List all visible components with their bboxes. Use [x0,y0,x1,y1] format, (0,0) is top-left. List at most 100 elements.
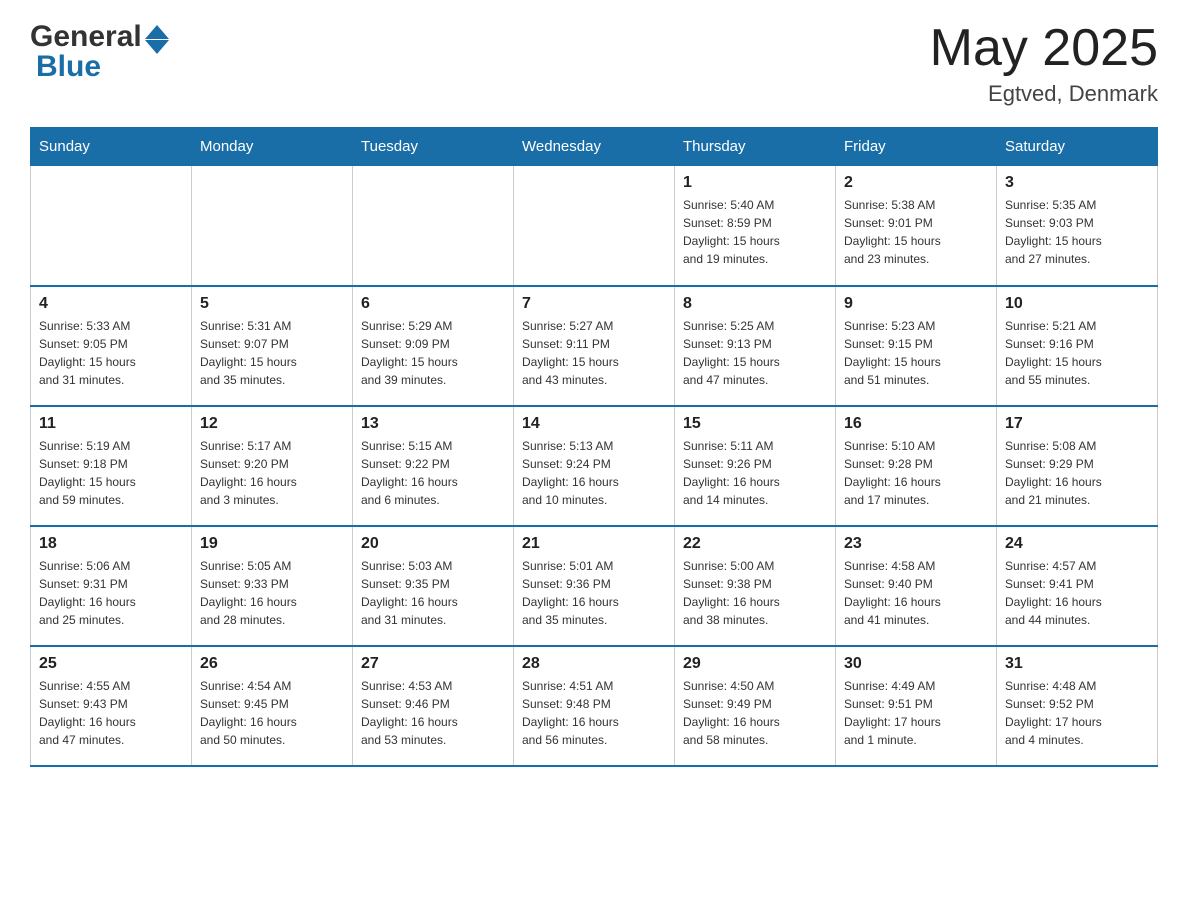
week-row-4: 18Sunrise: 5:06 AM Sunset: 9:31 PM Dayli… [31,526,1158,646]
calendar-cell: 20Sunrise: 5:03 AM Sunset: 9:35 PM Dayli… [353,526,514,646]
day-number: 24 [1005,535,1149,553]
calendar-cell: 3Sunrise: 5:35 AM Sunset: 9:03 PM Daylig… [997,166,1158,286]
calendar-cell: 21 Sunrise: 5:01 AM Sunset: 9:36 PM Dayli… [514,526,675,646]
calendar-cell: 13 Sunrise: 5:15 AM Sunset: 9:22 PM Dayli… [353,406,514,526]
day-number: 10 [1005,295,1149,313]
weekday-header-tuesday: Tuesday [353,128,514,166]
day-info: Sunrise: 4:58 AM Sunset: 9:40 PM Dayligh… [844,557,988,629]
day-info: Sunrise: 4:48 AM Sunset: 9:52 PM Dayligh… [1005,677,1149,749]
day-number: 16 [844,415,988,433]
day-info: Sunrise: 5:11 AM Sunset: 9:26 PM Dayligh… [683,437,827,509]
day-number: 8 [683,295,827,313]
calendar-cell: 22 Sunrise: 5:00 AM Sunset: 9:38 PM Dayli… [675,526,836,646]
calendar-cell: 12 Sunrise: 5:17 AM Sunset: 9:20 PM Dayli… [192,406,353,526]
calendar-cell: 30 Sunrise: 4:49 AM Sunset: 9:51 PM Dayli… [836,646,997,766]
calendar-cell: 5 Sunrise: 5:31 AM Sunset: 9:07 PM Daylig… [192,286,353,406]
logo: General Blue [30,20,169,84]
day-number: 23 [844,535,988,553]
weekday-header-wednesday: Wednesday [514,128,675,166]
day-number: 9 [844,295,988,313]
day-number: 15 [683,415,827,433]
day-info: Sunrise: 5:13 AM Sunset: 9:24 PM Dayligh… [522,437,666,509]
day-info: Sunrise: 5:38 AM Sunset: 9:01 PM Dayligh… [844,196,988,268]
calendar-cell [353,166,514,286]
day-number: 5 [200,295,344,313]
week-row-3: 11 Sunrise: 5:19 AM Sunset: 9:18 PM Dayli… [31,406,1158,526]
day-info: Sunrise: 5:15 AM Sunset: 9:22 PM Dayligh… [361,437,505,509]
weekday-header-thursday: Thursday [675,128,836,166]
calendar-cell: 28Sunrise: 4:51 AM Sunset: 9:48 PM Dayli… [514,646,675,766]
day-number: 19 [200,535,344,553]
day-number: 26 [200,655,344,673]
logo-blue-text: Blue [36,50,101,84]
day-info: Sunrise: 4:54 AM Sunset: 9:45 PM Dayligh… [200,677,344,749]
calendar-cell: 27Sunrise: 4:53 AM Sunset: 9:46 PM Dayli… [353,646,514,766]
title-section: May 2025 Egtved, Denmark [930,20,1158,107]
day-number: 17 [1005,415,1149,433]
weekday-header-saturday: Saturday [997,128,1158,166]
calendar-cell: 10 Sunrise: 5:21 AM Sunset: 9:16 PM Dayli… [997,286,1158,406]
day-info: Sunrise: 5:19 AM Sunset: 9:18 PM Dayligh… [39,437,183,509]
header: General Blue May 2025 Egtved, Denmark [30,20,1158,107]
day-number: 22 [683,535,827,553]
calendar-cell: 18Sunrise: 5:06 AM Sunset: 9:31 PM Dayli… [31,526,192,646]
weekday-header-friday: Friday [836,128,997,166]
day-number: 3 [1005,174,1149,192]
calendar-cell [514,166,675,286]
day-info: Sunrise: 5:05 AM Sunset: 9:33 PM Dayligh… [200,557,344,629]
day-info: Sunrise: 4:50 AM Sunset: 9:49 PM Dayligh… [683,677,827,749]
location-title: Egtved, Denmark [930,81,1158,107]
day-info: Sunrise: 5:25 AM Sunset: 9:13 PM Dayligh… [683,317,827,389]
day-info: Sunrise: 5:21 AM Sunset: 9:16 PM Dayligh… [1005,317,1149,389]
logo-triangle-top [145,25,169,39]
week-row-5: 25 Sunrise: 4:55 AM Sunset: 9:43 PM Dayli… [31,646,1158,766]
day-info: Sunrise: 5:40 AM Sunset: 8:59 PM Dayligh… [683,196,827,268]
day-number: 11 [39,415,183,433]
calendar-cell: 8 Sunrise: 5:25 AM Sunset: 9:13 PM Daylig… [675,286,836,406]
calendar-cell: 7 Sunrise: 5:27 AM Sunset: 9:11 PM Daylig… [514,286,675,406]
day-number: 2 [844,174,988,192]
logo-general-text: General [30,20,142,54]
day-number: 30 [844,655,988,673]
day-info: Sunrise: 5:31 AM Sunset: 9:07 PM Dayligh… [200,317,344,389]
day-info: Sunrise: 5:01 AM Sunset: 9:36 PM Dayligh… [522,557,666,629]
calendar-cell: 6 Sunrise: 5:29 AM Sunset: 9:09 PM Daylig… [353,286,514,406]
day-number: 21 [522,535,666,553]
day-info: Sunrise: 5:17 AM Sunset: 9:20 PM Dayligh… [200,437,344,509]
day-info: Sunrise: 4:55 AM Sunset: 9:43 PM Dayligh… [39,677,183,749]
day-info: Sunrise: 5:08 AM Sunset: 9:29 PM Dayligh… [1005,437,1149,509]
day-info: Sunrise: 5:27 AM Sunset: 9:11 PM Dayligh… [522,317,666,389]
day-info: Sunrise: 5:33 AM Sunset: 9:05 PM Dayligh… [39,317,183,389]
day-number: 13 [361,415,505,433]
day-info: Sunrise: 5:29 AM Sunset: 9:09 PM Dayligh… [361,317,505,389]
calendar-cell: 2 Sunrise: 5:38 AM Sunset: 9:01 PM Daylig… [836,166,997,286]
day-number: 31 [1005,655,1149,673]
day-number: 1 [683,174,827,192]
week-row-1: 1 Sunrise: 5:40 AM Sunset: 8:59 PM Daylig… [31,166,1158,286]
weekday-header-sunday: Sunday [31,128,192,166]
calendar-cell: 31 Sunrise: 4:48 AM Sunset: 9:52 PM Dayli… [997,646,1158,766]
day-number: 6 [361,295,505,313]
calendar-cell: 16 Sunrise: 5:10 AM Sunset: 9:28 PM Dayli… [836,406,997,526]
calendar-cell: 15 Sunrise: 5:11 AM Sunset: 9:26 PM Dayli… [675,406,836,526]
month-title: May 2025 [930,20,1158,77]
day-number: 14 [522,415,666,433]
day-info: Sunrise: 4:57 AM Sunset: 9:41 PM Dayligh… [1005,557,1149,629]
day-info: Sunrise: 5:03 AM Sunset: 9:35 PM Dayligh… [361,557,505,629]
day-number: 27 [361,655,505,673]
day-info: Sunrise: 5:10 AM Sunset: 9:28 PM Dayligh… [844,437,988,509]
day-info: Sunrise: 5:06 AM Sunset: 9:31 PM Dayligh… [39,557,183,629]
calendar-cell: 4Sunrise: 5:33 AM Sunset: 9:05 PM Daylig… [31,286,192,406]
day-number: 12 [200,415,344,433]
day-info: Sunrise: 5:00 AM Sunset: 9:38 PM Dayligh… [683,557,827,629]
calendar-cell [31,166,192,286]
day-number: 25 [39,655,183,673]
calendar-cell: 23 Sunrise: 4:58 AM Sunset: 9:40 PM Dayli… [836,526,997,646]
day-number: 7 [522,295,666,313]
calendar-cell [192,166,353,286]
week-row-2: 4Sunrise: 5:33 AM Sunset: 9:05 PM Daylig… [31,286,1158,406]
calendar-cell: 24 Sunrise: 4:57 AM Sunset: 9:41 PM Dayli… [997,526,1158,646]
weekday-header-row: SundayMondayTuesdayWednesdayThursdayFrid… [31,128,1158,166]
weekday-header-monday: Monday [192,128,353,166]
day-info: Sunrise: 4:49 AM Sunset: 9:51 PM Dayligh… [844,677,988,749]
